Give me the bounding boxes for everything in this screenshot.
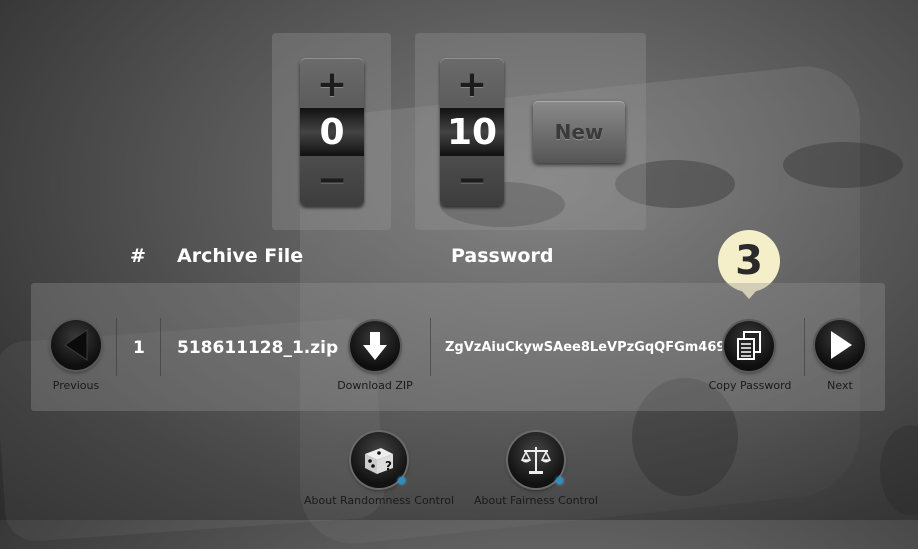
arrow-right-icon: [831, 331, 852, 359]
archive-file-name: 518611128_1.zip: [177, 338, 339, 358]
dice-icon: ?: [365, 448, 393, 474]
download-zip-label: Download ZIP: [337, 379, 413, 392]
background-pip: [880, 425, 918, 515]
scales-icon: [520, 447, 552, 474]
divider: [804, 318, 805, 376]
counter-spinner-2: + 10 −: [440, 58, 504, 206]
copy-password-button[interactable]: [724, 321, 774, 371]
increment-button[interactable]: +: [440, 60, 504, 108]
header-password: Password: [451, 245, 554, 267]
divider: [430, 318, 431, 376]
row-index: 1: [133, 338, 145, 358]
previous-button[interactable]: [51, 320, 101, 370]
divider: [160, 318, 161, 376]
new-button[interactable]: New: [533, 101, 625, 163]
copy-icon: [737, 331, 761, 360]
previous-label: Previous: [52, 379, 100, 392]
increment-button[interactable]: +: [300, 60, 364, 108]
next-label: Next: [827, 379, 853, 392]
decrement-button[interactable]: −: [440, 156, 504, 204]
counter-value: 10: [440, 108, 504, 156]
indicator-dot: [556, 477, 563, 484]
divider: [116, 318, 117, 376]
svg-text:?: ?: [385, 459, 392, 473]
about-randomness-label: About Randomness Control: [304, 494, 455, 507]
header-archive-file: Archive File: [177, 245, 304, 267]
indicator-dot: [398, 477, 405, 484]
arrow-left-icon: [64, 329, 88, 361]
about-fairness-label: About Fairness Control: [474, 494, 598, 507]
counter-spinner-1: + 0 −: [300, 58, 364, 206]
decrement-button[interactable]: −: [300, 156, 364, 204]
counter-value: 0: [300, 108, 364, 156]
download-zip-button[interactable]: [350, 321, 400, 371]
copy-password-label: Copy Password: [708, 379, 792, 392]
next-button[interactable]: [815, 320, 865, 370]
background-pip: [783, 142, 903, 188]
password-text: ZgVzAiuCkywSAee8LeVPzGqQFGm469iE: [445, 340, 739, 355]
header-index: #: [130, 245, 146, 267]
download-arrow-icon: [363, 332, 387, 360]
